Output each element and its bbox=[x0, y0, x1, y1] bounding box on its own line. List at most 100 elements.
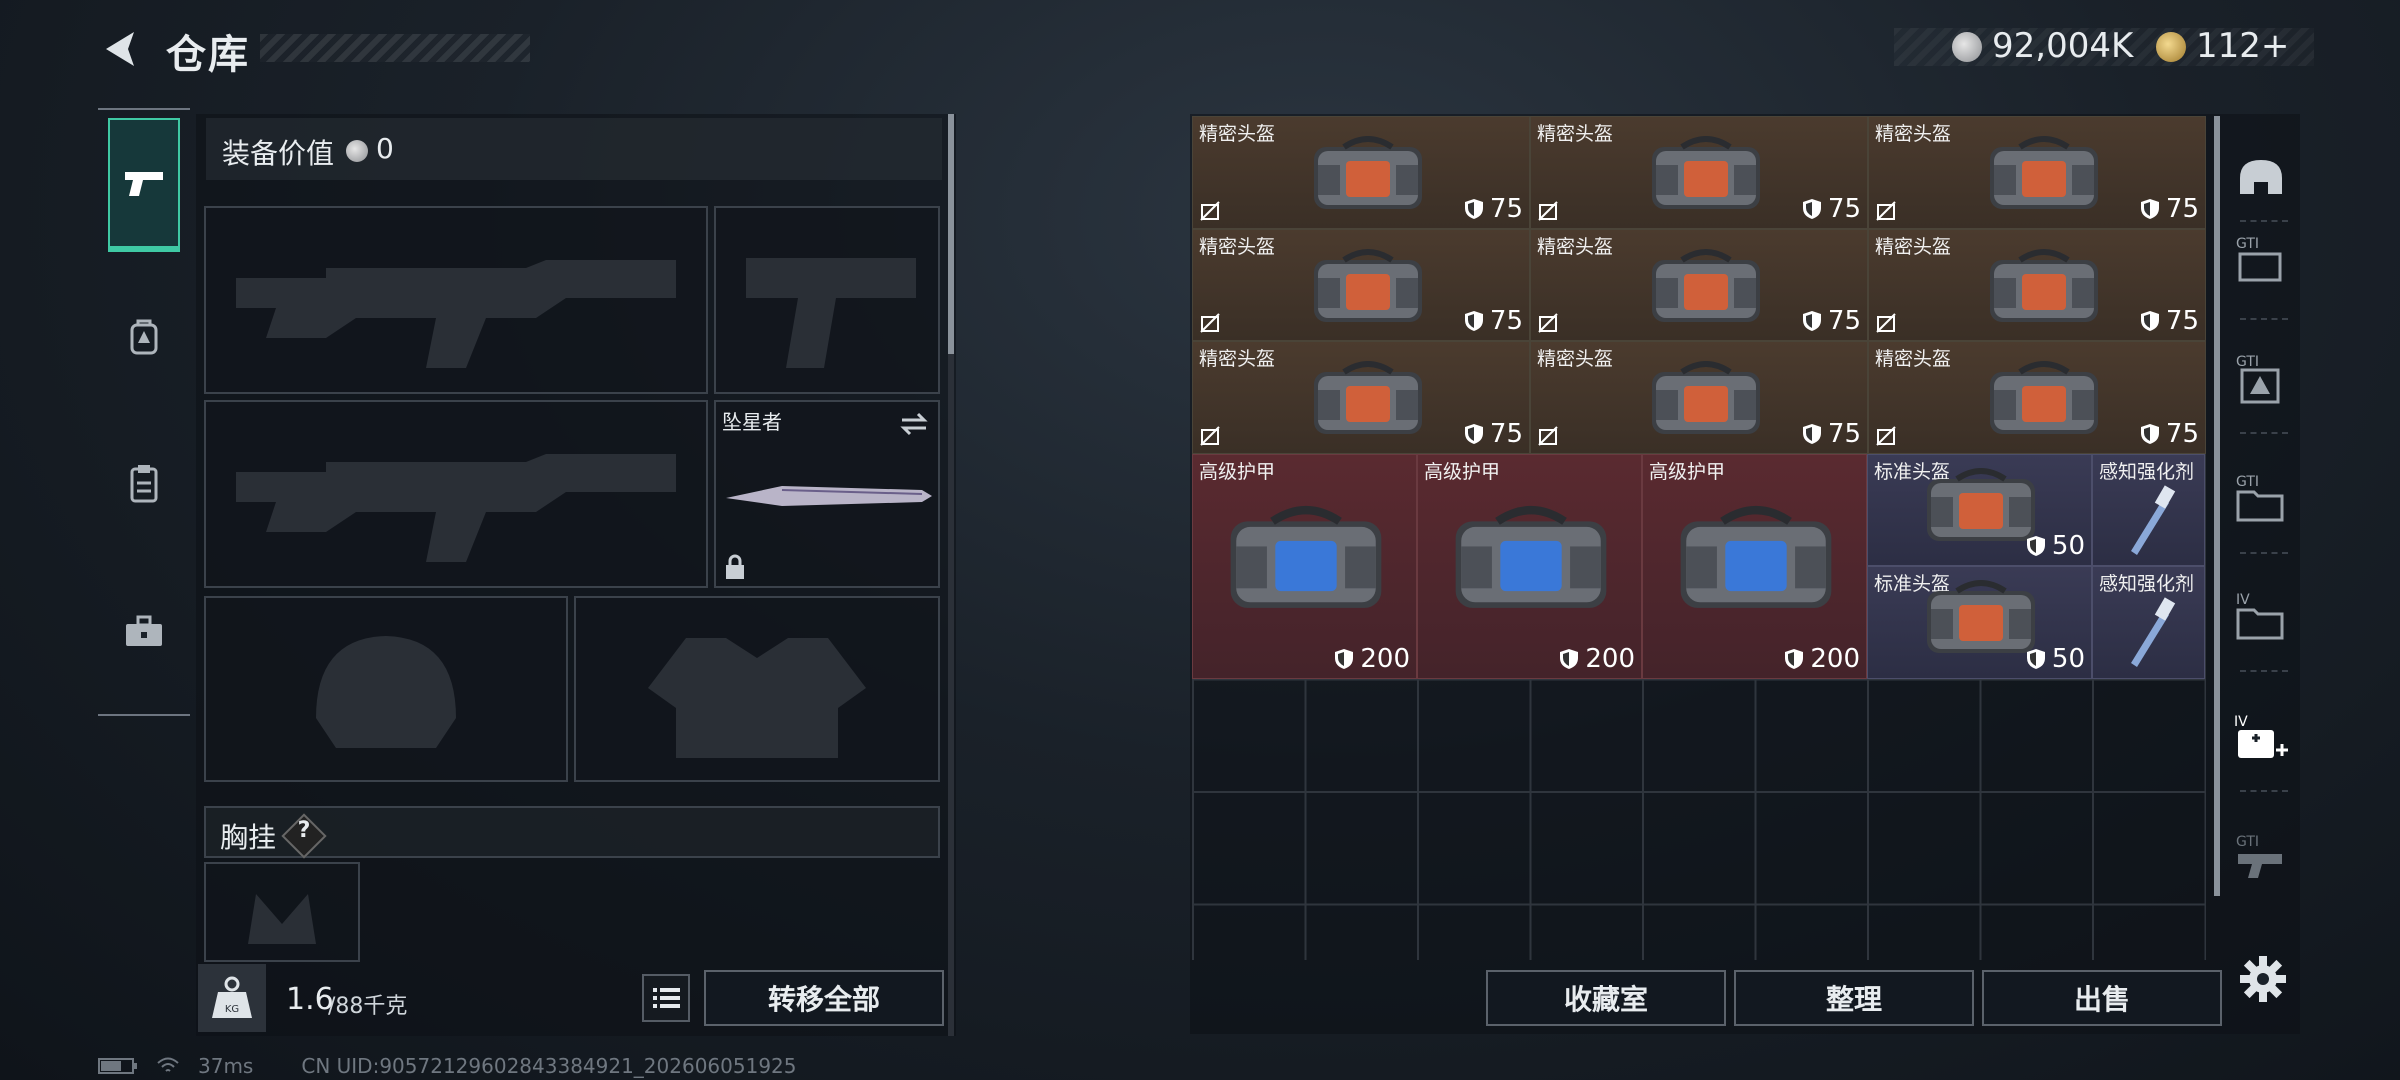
tab-toolbox[interactable] bbox=[108, 566, 180, 696]
list-icon bbox=[653, 988, 680, 1008]
gold-coin-amount[interactable]: 112+ bbox=[2196, 26, 2289, 66]
no-trade-icon bbox=[1200, 425, 1220, 446]
silver-coin-amount: 92,004K bbox=[1992, 26, 2134, 66]
durability-value: 50 bbox=[2051, 531, 2085, 561]
settings-gear-icon[interactable] bbox=[2238, 954, 2288, 1004]
helmet-icon[interactable] bbox=[2232, 150, 2290, 208]
gti-card-icon[interactable]: GTI bbox=[2232, 232, 2290, 290]
separator bbox=[2240, 670, 2288, 672]
shield-icon bbox=[1335, 648, 1354, 669]
inventory-item[interactable]: 高级护甲 200 bbox=[1642, 453, 1867, 679]
inventory-item[interactable]: 精密头盔 75 bbox=[1192, 341, 1530, 454]
helmet-bag-icon bbox=[1314, 361, 1422, 434]
helmet-bag-icon bbox=[1990, 248, 2098, 322]
inventory-scrollbar[interactable] bbox=[2214, 116, 2220, 896]
inventory-item[interactable]: 标准头盔 50 bbox=[1867, 453, 2092, 566]
separator bbox=[2240, 552, 2288, 554]
svg-text:GTI: GTI bbox=[2236, 354, 2259, 370]
swap-icon[interactable] bbox=[898, 410, 930, 438]
shield-icon bbox=[1802, 311, 1821, 331]
armor-slot[interactable] bbox=[574, 596, 940, 782]
inventory-item[interactable]: 精密头盔 75 bbox=[1192, 116, 1530, 229]
organize-button[interactable]: 整理 bbox=[1734, 970, 1974, 1026]
helmet-bag-icon bbox=[1314, 248, 1422, 322]
weight-icon-box: KG bbox=[198, 964, 266, 1032]
title-decor bbox=[260, 34, 530, 62]
helmet-bag-icon bbox=[1926, 580, 2035, 653]
tab-clipboard[interactable] bbox=[108, 418, 180, 548]
item-name: 高级护甲 bbox=[1424, 460, 1501, 483]
tab-weapons[interactable] bbox=[108, 118, 180, 252]
item-name: 精密头盔 bbox=[1875, 348, 1952, 370]
durability: 200 bbox=[1784, 644, 1860, 674]
durability-value: 75 bbox=[2165, 193, 2199, 224]
durability-value: 75 bbox=[1489, 306, 1523, 336]
shield-icon bbox=[1464, 423, 1483, 444]
durability: 75 bbox=[1464, 419, 1523, 449]
svg-text:IV: IV bbox=[2234, 714, 2248, 730]
uid-text: CN UID:9057212960284338492​1_20260605192… bbox=[301, 1054, 797, 1078]
inventory-item[interactable]: 感知强化剂 bbox=[2092, 453, 2205, 566]
primary-weapon-slot[interactable] bbox=[204, 206, 708, 394]
iv-folder-icon[interactable]: IV bbox=[2232, 588, 2290, 646]
transfer-all-button[interactable]: 转移全部 bbox=[704, 970, 944, 1026]
inventory-item[interactable]: 精密头盔 75 bbox=[1868, 116, 2206, 229]
gti-folder-icon[interactable]: GTI bbox=[2232, 470, 2290, 528]
secondary-weapon-slot[interactable] bbox=[204, 400, 708, 588]
toolbox-icon bbox=[126, 615, 162, 646]
inventory-item[interactable]: 精密头盔 75 bbox=[1530, 116, 1868, 229]
separator bbox=[2240, 432, 2288, 434]
no-trade-icon bbox=[1200, 200, 1220, 221]
shield-icon bbox=[2026, 536, 2045, 556]
helmet-slot[interactable] bbox=[204, 596, 568, 782]
item-name: 精密头盔 bbox=[1537, 348, 1614, 370]
no-trade-icon bbox=[1538, 200, 1558, 221]
armor-bag-icon bbox=[1230, 505, 1381, 608]
inventory-item[interactable]: 精密头盔 75 bbox=[1530, 228, 1868, 341]
inventory-item[interactable]: 标准头盔 50 bbox=[1867, 566, 2092, 679]
help-icon[interactable]: ? bbox=[288, 818, 320, 843]
page-title: 仓库 bbox=[166, 32, 250, 78]
inventory-item[interactable]: 精密头盔 75 bbox=[1192, 228, 1530, 341]
durability: 75 bbox=[2140, 419, 2199, 449]
durability-value: 200 bbox=[1360, 643, 1410, 674]
pistol-slot[interactable] bbox=[714, 206, 940, 394]
durability: 200 bbox=[1559, 644, 1635, 674]
inventory-item[interactable]: 高级护甲 200 bbox=[1192, 453, 1417, 679]
iv-medkit-icon[interactable]: IV bbox=[2232, 710, 2290, 768]
inventory-item[interactable]: 感知强化剂 bbox=[2092, 566, 2205, 679]
inventory-item[interactable]: 精密头盔 75 bbox=[1868, 228, 2206, 341]
separator bbox=[2240, 318, 2288, 320]
injector-icon bbox=[2131, 597, 2176, 667]
shield-icon bbox=[1464, 198, 1483, 219]
durability: 75 bbox=[1802, 194, 1861, 224]
back-arrow-icon[interactable] bbox=[100, 28, 140, 70]
shield-icon bbox=[1802, 423, 1821, 444]
inventory-item[interactable]: 精密头盔 75 bbox=[1530, 341, 1868, 454]
separator bbox=[2240, 790, 2288, 792]
item-name: 高级护甲 bbox=[1199, 460, 1276, 483]
no-trade-icon bbox=[1876, 200, 1896, 221]
chest-rig-label: 胸挂 bbox=[220, 821, 277, 854]
durability: 75 bbox=[1464, 194, 1523, 224]
scrollbar-thumb[interactable] bbox=[948, 114, 954, 354]
durability-value: 75 bbox=[1827, 418, 1861, 449]
pistol-silhouette-icon bbox=[746, 258, 916, 368]
chest-rig-slot[interactable] bbox=[204, 862, 360, 962]
silver-coin-icon bbox=[1952, 32, 1982, 62]
gti-armor-icon[interactable]: GTI bbox=[2232, 350, 2290, 408]
inventory-item[interactable]: 高级护甲 200 bbox=[1417, 453, 1642, 679]
shield-icon bbox=[1802, 198, 1821, 219]
gti-gun-icon[interactable]: GTI bbox=[2232, 830, 2290, 888]
clipboard-icon bbox=[130, 465, 158, 503]
tab-backpack[interactable] bbox=[108, 272, 180, 402]
knife-icon bbox=[726, 486, 932, 506]
lock-icon bbox=[726, 554, 744, 579]
shield-icon bbox=[2026, 648, 2045, 669]
collection-room-button[interactable]: 收藏室 bbox=[1486, 970, 1726, 1026]
inventory-item[interactable]: 精密头盔 75 bbox=[1868, 341, 2206, 454]
durability-value: 75 bbox=[1827, 306, 1861, 336]
sell-button[interactable]: 出售 bbox=[1982, 970, 2222, 1026]
list-view-button[interactable] bbox=[642, 974, 690, 1022]
durability-value: 75 bbox=[2165, 306, 2199, 336]
